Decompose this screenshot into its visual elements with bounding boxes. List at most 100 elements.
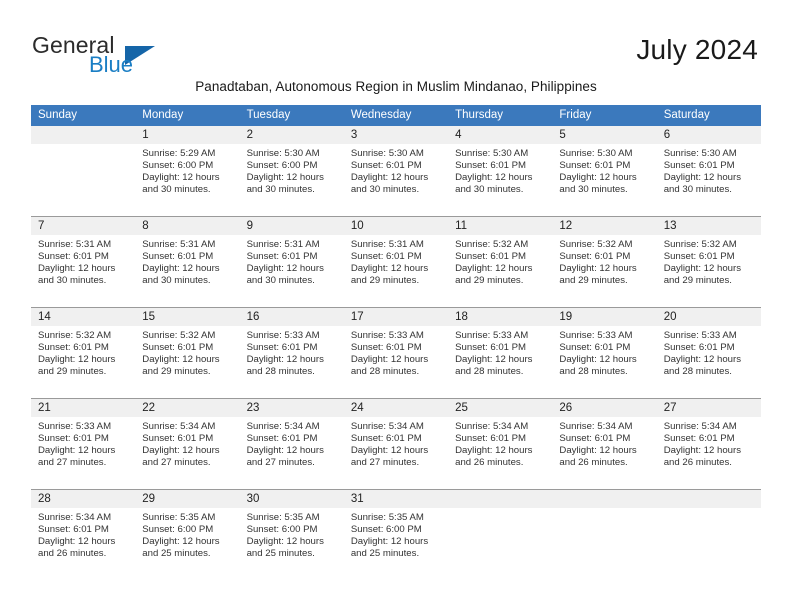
calendar-day-cell[interactable]: 28 Sunrise: 5:34 AM Sunset: 6:01 PM Dayligh… [31, 490, 136, 580]
calendar-body: 1 Sunrise: 5:29 AM Sunset: 6:00 PM Daylight… [31, 126, 761, 580]
day-number: 24 [343, 399, 449, 417]
day-details: Sunrise: 5:33 AM Sunset: 6:01 PM Daylight:… [344, 326, 448, 378]
sunrise-time: Sunrise: 5:31 AM [38, 239, 112, 250]
day-number: 31 [343, 490, 449, 508]
sunrise-time: Sunrise: 5:34 AM [663, 421, 737, 432]
calendar-day-cell[interactable]: 19 Sunrise: 5:33 AM Sunset: 6:01 PM Dayligh… [552, 308, 657, 398]
day-number: 11 [448, 217, 553, 235]
calendar-week-row: 7 Sunrise: 5:31 AM Sunset: 6:01 PM Daylight… [31, 217, 761, 307]
day-number: 22 [135, 399, 240, 417]
sunrise-time: Sunrise: 5:34 AM [142, 421, 216, 432]
day-details: Sunrise: 5:34 AM Sunset: 6:01 PM Daylight:… [552, 417, 656, 469]
sunset-time: Sunset: 6:01 PM [246, 250, 318, 262]
sunrise-time: Sunrise: 5:30 AM [455, 148, 529, 159]
calendar-day-cell[interactable]: 17 Sunrise: 5:33 AM Sunset: 6:01 PM Dayligh… [343, 308, 449, 398]
calendar-day-cell[interactable]: 3 Sunrise: 5:30 AM Sunset: 6:01 PM Daylight… [343, 126, 449, 216]
day-details: Sunrise: 5:34 AM Sunset: 6:01 PM Daylight:… [344, 417, 448, 469]
sunset-time: Sunset: 6:00 PM [246, 159, 318, 171]
daylight-line-2: and 29 minutes. [350, 274, 420, 286]
day-number: 20 [656, 308, 761, 326]
day-details: Sunrise: 5:31 AM Sunset: 6:01 PM Daylight:… [240, 235, 344, 287]
calendar-day-cell[interactable]: 25 Sunrise: 5:34 AM Sunset: 6:01 PM Dayligh… [448, 399, 553, 489]
calendar-day-cell[interactable]: 16 Sunrise: 5:33 AM Sunset: 6:01 PM Dayligh… [239, 308, 344, 398]
weekday-header-saturday: Saturday [656, 105, 761, 126]
daylight-line-1: Daylight: 12 hours [246, 262, 324, 274]
day-number: 4 [448, 126, 553, 144]
sunset-time: Sunset: 6:00 PM [246, 523, 318, 535]
calendar-day-cell-empty [31, 126, 136, 216]
sunrise-time: Sunrise: 5:33 AM [559, 330, 633, 341]
calendar-day-cell[interactable]: 10 Sunrise: 5:31 AM Sunset: 6:01 PM Dayligh… [343, 217, 449, 307]
calendar-day-cell[interactable]: 18 Sunrise: 5:33 AM Sunset: 6:01 PM Dayligh… [448, 308, 553, 398]
day-number: 23 [239, 399, 344, 417]
sunset-time: Sunset: 6:01 PM [559, 432, 631, 444]
calendar-day-cell[interactable]: 9 Sunrise: 5:31 AM Sunset: 6:01 PM Daylight… [239, 217, 344, 307]
daylight-line-1: Daylight: 12 hours [38, 353, 116, 365]
sunrise-time: Sunrise: 5:34 AM [559, 421, 633, 432]
calendar-day-cell[interactable]: 20 Sunrise: 5:33 AM Sunset: 6:01 PM Dayligh… [656, 308, 761, 398]
sunrise-time: Sunrise: 5:33 AM [455, 330, 529, 341]
daylight-line-1: Daylight: 12 hours [350, 444, 429, 456]
calendar-day-cell[interactable]: 7 Sunrise: 5:31 AM Sunset: 6:01 PM Daylight… [31, 217, 136, 307]
daylight-line-2: and 28 minutes. [350, 365, 420, 377]
daylight-line-2: and 28 minutes. [559, 365, 628, 377]
daylight-line-2: and 30 minutes. [559, 183, 628, 195]
sunrise-time: Sunrise: 5:34 AM [455, 421, 529, 432]
daylight-line-1: Daylight: 12 hours [246, 444, 324, 456]
daylight-line-1: Daylight: 12 hours [38, 444, 116, 456]
calendar-day-cell[interactable]: 24 Sunrise: 5:34 AM Sunset: 6:01 PM Dayligh… [343, 399, 449, 489]
sunset-time: Sunset: 6:01 PM [142, 250, 214, 262]
daylight-line-2: and 30 minutes. [142, 183, 211, 195]
day-number: 15 [135, 308, 240, 326]
calendar-day-cell[interactable]: 1 Sunrise: 5:29 AM Sunset: 6:00 PM Daylight… [135, 126, 240, 216]
calendar-day-cell[interactable]: 21 Sunrise: 5:33 AM Sunset: 6:01 PM Dayligh… [31, 399, 136, 489]
sunrise-time: Sunrise: 5:32 AM [455, 239, 529, 250]
day-number: 26 [552, 399, 657, 417]
calendar-day-cell[interactable]: 15 Sunrise: 5:32 AM Sunset: 6:01 PM Dayligh… [135, 308, 240, 398]
calendar-day-cell[interactable]: 11 Sunrise: 5:32 AM Sunset: 6:01 PM Dayligh… [448, 217, 553, 307]
calendar-day-cell[interactable]: 2 Sunrise: 5:30 AM Sunset: 6:00 PM Daylight… [239, 126, 344, 216]
calendar-day-cell[interactable]: 30 Sunrise: 5:35 AM Sunset: 6:00 PM Dayligh… [239, 490, 344, 580]
sunrise-time: Sunrise: 5:32 AM [142, 330, 216, 341]
day-number: 17 [343, 308, 449, 326]
calendar-day-cell[interactable]: 22 Sunrise: 5:34 AM Sunset: 6:01 PM Dayligh… [135, 399, 240, 489]
sunset-time: Sunset: 6:00 PM [142, 523, 214, 535]
daylight-line-2: and 28 minutes. [455, 365, 524, 377]
daylight-line-2: and 29 minutes. [38, 365, 107, 377]
general-blue-logo[interactable]: General Blue [32, 32, 222, 78]
calendar-day-cell[interactable]: 14 Sunrise: 5:32 AM Sunset: 6:01 PM Dayligh… [31, 308, 136, 398]
daylight-line-2: and 27 minutes. [142, 456, 211, 468]
calendar-day-cell[interactable]: 23 Sunrise: 5:34 AM Sunset: 6:01 PM Dayligh… [239, 399, 344, 489]
daylight-line-2: and 30 minutes. [246, 183, 315, 195]
calendar-day-cell-empty [552, 490, 657, 580]
calendar-day-cell[interactable]: 5 Sunrise: 5:30 AM Sunset: 6:01 PM Daylight… [552, 126, 657, 216]
day-number: 5 [552, 126, 657, 144]
calendar-day-cell[interactable]: 27 Sunrise: 5:34 AM Sunset: 6:01 PM Dayligh… [656, 399, 761, 489]
calendar-week-row: 21 Sunrise: 5:33 AM Sunset: 6:01 PM Dayligh… [31, 399, 761, 489]
sunset-time: Sunset: 6:01 PM [559, 250, 631, 262]
calendar-day-cell[interactable]: 26 Sunrise: 5:34 AM Sunset: 6:01 PM Dayligh… [552, 399, 657, 489]
sunset-time: Sunset: 6:01 PM [455, 341, 527, 353]
calendar-day-cell[interactable]: 4 Sunrise: 5:30 AM Sunset: 6:01 PM Daylight… [448, 126, 553, 216]
daylight-line-1: Daylight: 12 hours [246, 353, 324, 365]
day-number [552, 490, 657, 508]
sunset-time: Sunset: 6:01 PM [246, 432, 318, 444]
sunset-time: Sunset: 6:00 PM [142, 159, 214, 171]
calendar-day-cell[interactable]: 29 Sunrise: 5:35 AM Sunset: 6:00 PM Dayligh… [135, 490, 240, 580]
sunrise-time: Sunrise: 5:34 AM [350, 421, 424, 432]
sunset-time: Sunset: 6:01 PM [38, 250, 109, 262]
calendar-day-cell[interactable]: 31 Sunrise: 5:35 AM Sunset: 6:00 PM Dayligh… [343, 490, 449, 580]
sunset-time: Sunset: 6:01 PM [38, 523, 109, 535]
sunrise-time: Sunrise: 5:32 AM [38, 330, 112, 341]
calendar-day-cell[interactable]: 6 Sunrise: 5:30 AM Sunset: 6:01 PM Daylight… [656, 126, 761, 216]
calendar-day-cell[interactable]: 8 Sunrise: 5:31 AM Sunset: 6:01 PM Daylight… [135, 217, 240, 307]
calendar-day-cell[interactable]: 13 Sunrise: 5:32 AM Sunset: 6:01 PM Dayligh… [656, 217, 761, 307]
day-number [31, 126, 136, 144]
calendar-day-cell[interactable]: 12 Sunrise: 5:32 AM Sunset: 6:01 PM Dayligh… [552, 217, 657, 307]
daylight-line-1: Daylight: 12 hours [455, 353, 533, 365]
sunset-time: Sunset: 6:01 PM [663, 159, 735, 171]
day-number: 2 [239, 126, 344, 144]
sunset-time: Sunset: 6:01 PM [246, 341, 318, 353]
daylight-line-1: Daylight: 12 hours [663, 353, 742, 365]
day-details: Sunrise: 5:34 AM Sunset: 6:01 PM Daylight:… [240, 417, 344, 469]
